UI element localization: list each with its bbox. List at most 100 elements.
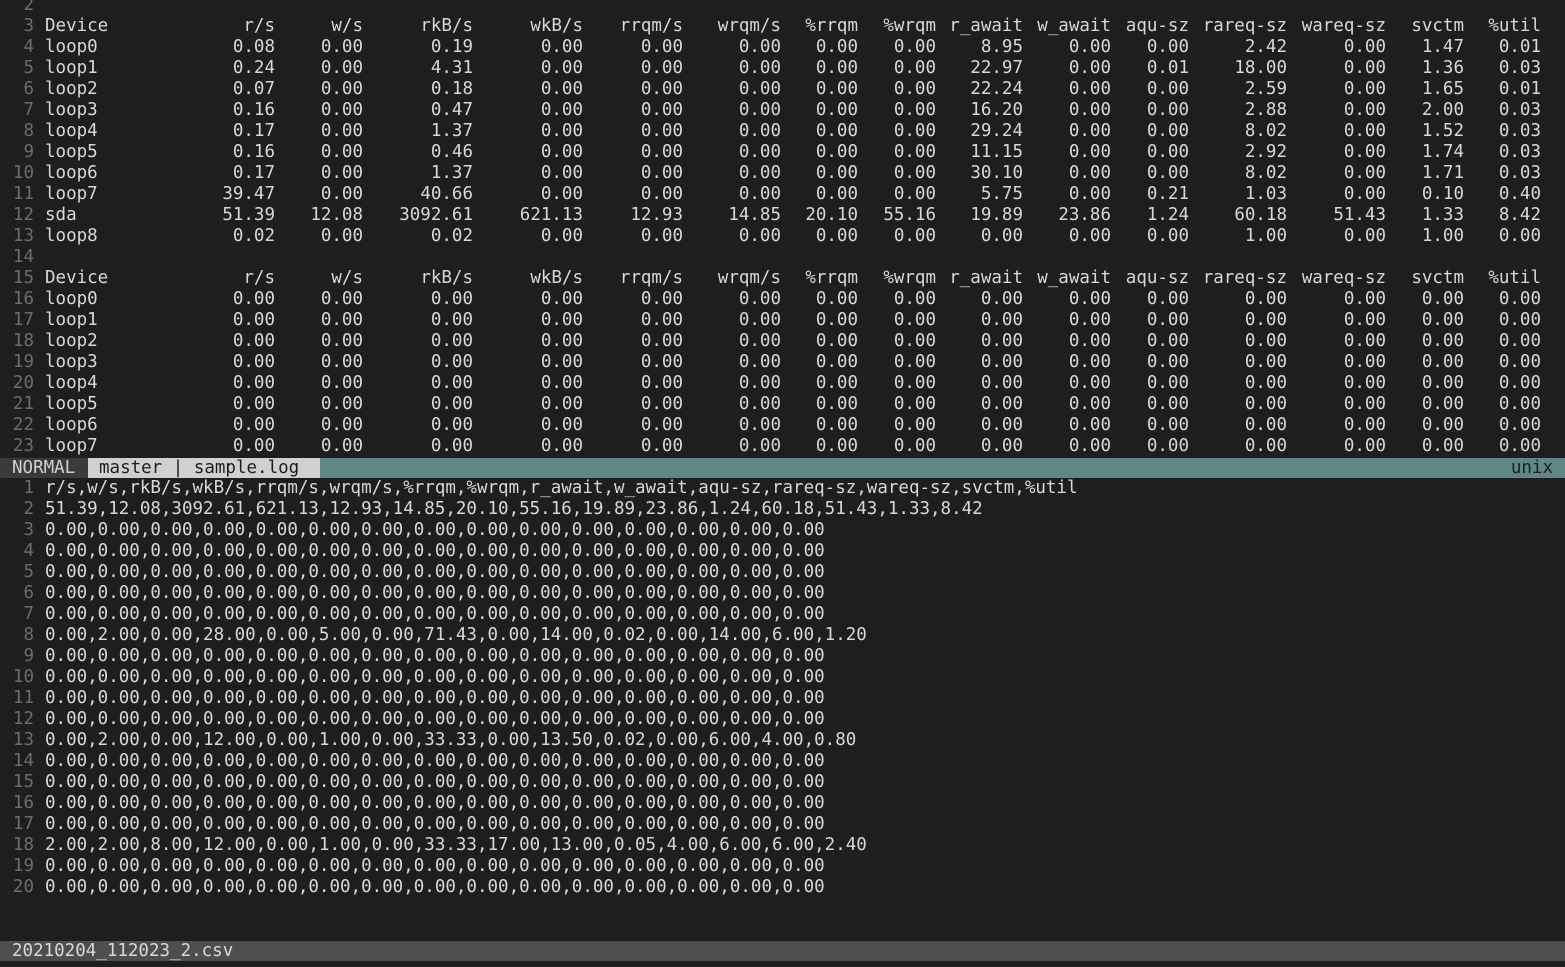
metric-cell: 0.00	[1343, 394, 1386, 414]
csv-line-text: 2.00,2.00,8.00,12.00,0.00,1.00,0.00,33.3…	[45, 835, 867, 855]
metric-cell: %rrqm	[805, 268, 858, 288]
metric-cell: 0.00	[1068, 394, 1111, 414]
editor-line[interactable]: 13 loop8 0.02 0.00 0.02 0.00 0.00 0.00 0.00 0.00 0…	[0, 226, 1565, 247]
metric-cell: 0.00	[320, 373, 363, 393]
metric-cell: 0.00	[320, 79, 363, 99]
bottom-editor-pane[interactable]: 1 r/s,w/s,rkB/s,wkB/s,rrqm/s,wrqm/s,%rrqm…	[0, 478, 1565, 898]
metric-cell: 8.02	[1244, 163, 1287, 183]
metric-cell: 0.00	[540, 100, 583, 120]
editor-line[interactable]: 9 loop5 0.16 0.00 0.46 0.00 0.00 0.00 0.00 0.00 11…	[0, 142, 1565, 163]
metric-cell: 0.00	[893, 289, 936, 309]
metric-cell: 0.00	[738, 289, 781, 309]
metric-cell: 2.59	[1244, 79, 1287, 99]
device-cell: loop2	[45, 79, 98, 99]
metric-cell: 0.00	[1146, 100, 1189, 120]
line-number: 15	[12, 772, 34, 792]
editor-line[interactable]: 16 loop0 0.00 0.00 0.00 0.00 0.00 0.00 0.00 0.00 0…	[0, 289, 1565, 310]
metric-cell: 0.00	[232, 289, 275, 309]
metric-cell: rkB/s	[420, 268, 473, 288]
editor-line[interactable]: 2 51.39,12.08,3092.61,621.13,12.93,14.85,…	[0, 499, 1565, 520]
device-cell: Device	[45, 16, 109, 36]
metric-cell: 0.19	[430, 37, 473, 57]
editor-line[interactable]: 1 r/s,w/s,rkB/s,wkB/s,rrqm/s,wrqm/s,%rrqm…	[0, 478, 1565, 499]
metric-cell: 0.00	[320, 352, 363, 372]
editor-line[interactable]: 18 loop2 0.00 0.00 0.00 0.00 0.00 0.00 0.00 0.00 0…	[0, 331, 1565, 352]
editor-line[interactable]: 14	[0, 247, 1565, 268]
metric-cell: 0.00	[1343, 100, 1386, 120]
metric-cell: 0.00	[232, 310, 275, 330]
metric-cell: 0.00	[893, 121, 936, 141]
editor-line[interactable]: 11 loop7 39.47 0.00 40.66 0.00 0.00 0.00 0.00 0.0…	[0, 184, 1565, 205]
metric-cell: rkB/s	[420, 16, 473, 36]
editor-line[interactable]: 20 loop4 0.00 0.00 0.00 0.00 0.00 0.00 0.00 0.00 0…	[0, 373, 1565, 394]
editor-line[interactable]: 9 0.00,0.00,0.00,0.00,0.00,0.00,0.00,0.00…	[0, 646, 1565, 667]
editor-line[interactable]: 19 loop3 0.00 0.00 0.00 0.00 0.00 0.00 0.00 0.00 0…	[0, 352, 1565, 373]
metric-cell: wareq-sz	[1301, 16, 1386, 36]
metric-cell: 0.00	[430, 373, 473, 393]
editor-line[interactable]: 15 Device r/s w/s rkB/s wkB/s rrqm/s wrqm/s %rrq…	[0, 268, 1565, 289]
editor-line[interactable]: 6 0.00,0.00,0.00,0.00,0.00,0.00,0.00,0.00…	[0, 583, 1565, 604]
line-number: 12	[12, 205, 34, 225]
metric-cell: 0.00	[738, 394, 781, 414]
line-number: 7	[23, 604, 34, 624]
metric-cell: 39.47	[222, 184, 275, 204]
editor-line[interactable]: 22 loop6 0.00 0.00 0.00 0.00 0.00 0.00 0.00 0.00 0…	[0, 415, 1565, 436]
metric-cell: 0.00	[320, 394, 363, 414]
metric-cell: 0.00	[640, 394, 683, 414]
editor-line[interactable]: 17 0.00,0.00,0.00,0.00,0.00,0.00,0.00,0.0…	[0, 814, 1565, 835]
metric-cell: 0.00	[540, 79, 583, 99]
editor-line[interactable]: 3 Device r/s w/s rkB/s wkB/s rrqm/s wrqm/s %rrqm…	[0, 16, 1565, 37]
editor-line[interactable]: 4 loop0 0.08 0.00 0.19 0.00 0.00 0.00 0.00 0.00 8.…	[0, 37, 1565, 58]
metric-cell: 0.00	[738, 163, 781, 183]
editor-line[interactable]: 18 2.00,2.00,8.00,12.00,0.00,1.00,0.00,33…	[0, 835, 1565, 856]
metric-cell: 20.10	[805, 205, 858, 225]
editor-line[interactable]: 5 0.00,0.00,0.00,0.00,0.00,0.00,0.00,0.00…	[0, 562, 1565, 583]
metric-cell: 0.00	[1068, 79, 1111, 99]
editor-line[interactable]: 19 0.00,0.00,0.00,0.00,0.00,0.00,0.00,0.0…	[0, 856, 1565, 877]
line-number: 12	[12, 709, 34, 729]
editor-line[interactable]: 10 0.00,0.00,0.00,0.00,0.00,0.00,0.00,0.0…	[0, 667, 1565, 688]
metric-cell: 0.00	[320, 415, 363, 435]
metric-cell: 0.00	[640, 373, 683, 393]
editor-line[interactable]: 8 0.00,2.00,0.00,28.00,0.00,5.00,0.00,71.…	[0, 625, 1565, 646]
editor-line[interactable]: 8 loop4 0.17 0.00 1.37 0.00 0.00 0.00 0.00 0.00 29…	[0, 121, 1565, 142]
editor-line[interactable]: 17 loop1 0.00 0.00 0.00 0.00 0.00 0.00 0.00 0.00 0…	[0, 310, 1565, 331]
device-cell: sda	[45, 205, 77, 225]
editor-line[interactable]: 5 loop1 0.24 0.00 4.31 0.00 0.00 0.00 0.00 0.00 22…	[0, 58, 1565, 79]
metric-cell: 0.00	[540, 394, 583, 414]
file-format-label: unix	[1510, 458, 1553, 478]
editor-line[interactable]: 20 0.00,0.00,0.00,0.00,0.00,0.00,0.00,0.0…	[0, 877, 1565, 898]
editor-line[interactable]: 6 loop2 0.07 0.00 0.18 0.00 0.00 0.00 0.00 0.00 22…	[0, 79, 1565, 100]
metric-cell: %util	[1488, 16, 1541, 36]
editor-line[interactable]: 21 loop5 0.00 0.00 0.00 0.00 0.00 0.00 0.00 0.00 0…	[0, 394, 1565, 415]
editor-line[interactable]: 12 0.00,0.00,0.00,0.00,0.00,0.00,0.00,0.0…	[0, 709, 1565, 730]
line-number: 11	[12, 688, 34, 708]
metric-cell: 0.00	[1421, 415, 1464, 435]
editor-line[interactable]: 7 loop3 0.16 0.00 0.47 0.00 0.00 0.00 0.00 0.00 16…	[0, 100, 1565, 121]
editor-line[interactable]: 16 0.00,0.00,0.00,0.00,0.00,0.00,0.00,0.0…	[0, 793, 1565, 814]
device-cell: loop7	[45, 184, 98, 204]
editor-line[interactable]: 23 loop7 0.00 0.00 0.00 0.00 0.00 0.00 0.00 0.00 0…	[0, 436, 1565, 457]
metric-cell: 0.00	[640, 352, 683, 372]
metric-cell: 0.00	[1343, 163, 1386, 183]
editor-line[interactable]: 15 0.00,0.00,0.00,0.00,0.00,0.00,0.00,0.0…	[0, 772, 1565, 793]
metric-cell: 2.00	[1421, 100, 1464, 120]
metric-cell: 0.02	[232, 226, 275, 246]
editor-line[interactable]: 12 sda 51.39 12.08 3092.61 621.13 12.93 14.85 20…	[0, 205, 1565, 226]
csv-line-text: 0.00,0.00,0.00,0.00,0.00,0.00,0.00,0.00,…	[45, 793, 825, 813]
top-editor-pane[interactable]: 2 3 Device r/s w/s rkB/s wkB/s rrqm/s wrqm/s %rrq…	[0, 0, 1565, 458]
editor-line[interactable]: 11 0.00,0.00,0.00,0.00,0.00,0.00,0.00,0.0…	[0, 688, 1565, 709]
metric-cell: 0.00	[1498, 352, 1541, 372]
editor-line[interactable]: 7 0.00,0.00,0.00,0.00,0.00,0.00,0.00,0.00…	[0, 604, 1565, 625]
editor-line[interactable]: 13 0.00,2.00,0.00,12.00,0.00,1.00,0.00,33…	[0, 730, 1565, 751]
editor-line[interactable]: 4 0.00,0.00,0.00,0.00,0.00,0.00,0.00,0.00…	[0, 541, 1565, 562]
metric-cell: wrqm/s	[717, 16, 781, 36]
metric-cell: 621.13	[519, 205, 583, 225]
editor-line[interactable]: 3 0.00,0.00,0.00,0.00,0.00,0.00,0.00,0.00…	[0, 520, 1565, 541]
metric-cell: rrqm/s	[619, 16, 683, 36]
editor-line[interactable]: 10 loop6 0.17 0.00 1.37 0.00 0.00 0.00 0.00 0.00 3…	[0, 163, 1565, 184]
device-cell: loop5	[45, 394, 98, 414]
metric-cell: 0.00	[1146, 394, 1189, 414]
editor-line[interactable]: 14 0.00,0.00,0.00,0.00,0.00,0.00,0.00,0.0…	[0, 751, 1565, 772]
editor-line[interactable]: 2	[0, 0, 1565, 16]
